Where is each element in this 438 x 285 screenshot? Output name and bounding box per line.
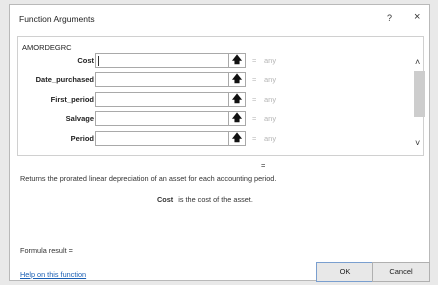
range-select-icon[interactable]: 🡅 bbox=[229, 72, 246, 87]
range-select-icon[interactable]: 🡅 bbox=[229, 92, 246, 107]
text-caret bbox=[98, 56, 99, 66]
function-name: AMORDEGRC bbox=[22, 43, 72, 52]
argument-label: First_period bbox=[50, 95, 94, 104]
help-icon[interactable]: ? bbox=[387, 13, 392, 23]
argument-value-preview: any bbox=[264, 75, 277, 84]
range-select-icon[interactable]: 🡅 bbox=[229, 111, 246, 126]
scroll-down-icon[interactable]: ˅ bbox=[415, 138, 420, 148]
argument-description-name: Cost bbox=[157, 195, 174, 204]
formula-result: Formula result = bbox=[20, 246, 73, 255]
period-input[interactable] bbox=[95, 131, 229, 146]
argument-row-salvage: Salvage 🡅 = any bbox=[10, 111, 430, 128]
argument-row-first-period: First_period 🡅 = any bbox=[10, 92, 430, 109]
function-result-equals: = bbox=[261, 161, 266, 170]
argument-value-preview: any bbox=[264, 56, 277, 65]
cost-input[interactable] bbox=[95, 53, 229, 68]
close-icon[interactable]: × bbox=[414, 11, 420, 23]
dialog-title: Function Arguments bbox=[19, 14, 95, 24]
help-on-function-link[interactable]: Help on this function bbox=[20, 270, 86, 279]
argument-description-text: is the cost of the asset. bbox=[178, 195, 253, 204]
range-select-icon[interactable]: 🡅 bbox=[229, 53, 246, 68]
scroll-up-icon[interactable]: ˄ bbox=[415, 57, 420, 67]
scrollbar-thumb[interactable] bbox=[414, 71, 425, 117]
date-purchased-input[interactable] bbox=[95, 72, 229, 87]
title-bar: Function Arguments ? × bbox=[10, 5, 429, 33]
argument-value-preview: any bbox=[264, 134, 277, 143]
argument-row-cost: Cost 🡅 = any bbox=[10, 53, 430, 70]
function-arguments-dialog: Function Arguments ? × AMORDEGRC Cost 🡅 … bbox=[9, 4, 430, 282]
argument-description: Cost is the cost of the asset. bbox=[157, 195, 253, 204]
equals-sign: = bbox=[252, 75, 257, 84]
argument-row-date-purchased: Date_purchased 🡅 = any bbox=[10, 72, 430, 89]
equals-sign: = bbox=[252, 114, 257, 123]
first-period-input[interactable] bbox=[95, 92, 229, 107]
equals-sign: = bbox=[252, 134, 257, 143]
function-description: Returns the prorated linear depreciation… bbox=[20, 174, 277, 183]
argument-label: Period bbox=[70, 134, 94, 143]
argument-label: Cost bbox=[77, 56, 94, 65]
argument-value-preview: any bbox=[264, 95, 277, 104]
argument-label: Date_purchased bbox=[35, 75, 94, 84]
range-select-icon[interactable]: 🡅 bbox=[229, 131, 246, 146]
argument-row-period: Period 🡅 = any bbox=[10, 131, 430, 148]
argument-label: Salvage bbox=[65, 114, 94, 123]
argument-value-preview: any bbox=[264, 114, 277, 123]
equals-sign: = bbox=[252, 95, 257, 104]
salvage-input[interactable] bbox=[95, 111, 229, 126]
ok-button[interactable]: OK bbox=[316, 262, 374, 282]
equals-sign: = bbox=[252, 56, 257, 65]
cancel-button[interactable]: Cancel bbox=[372, 262, 430, 282]
